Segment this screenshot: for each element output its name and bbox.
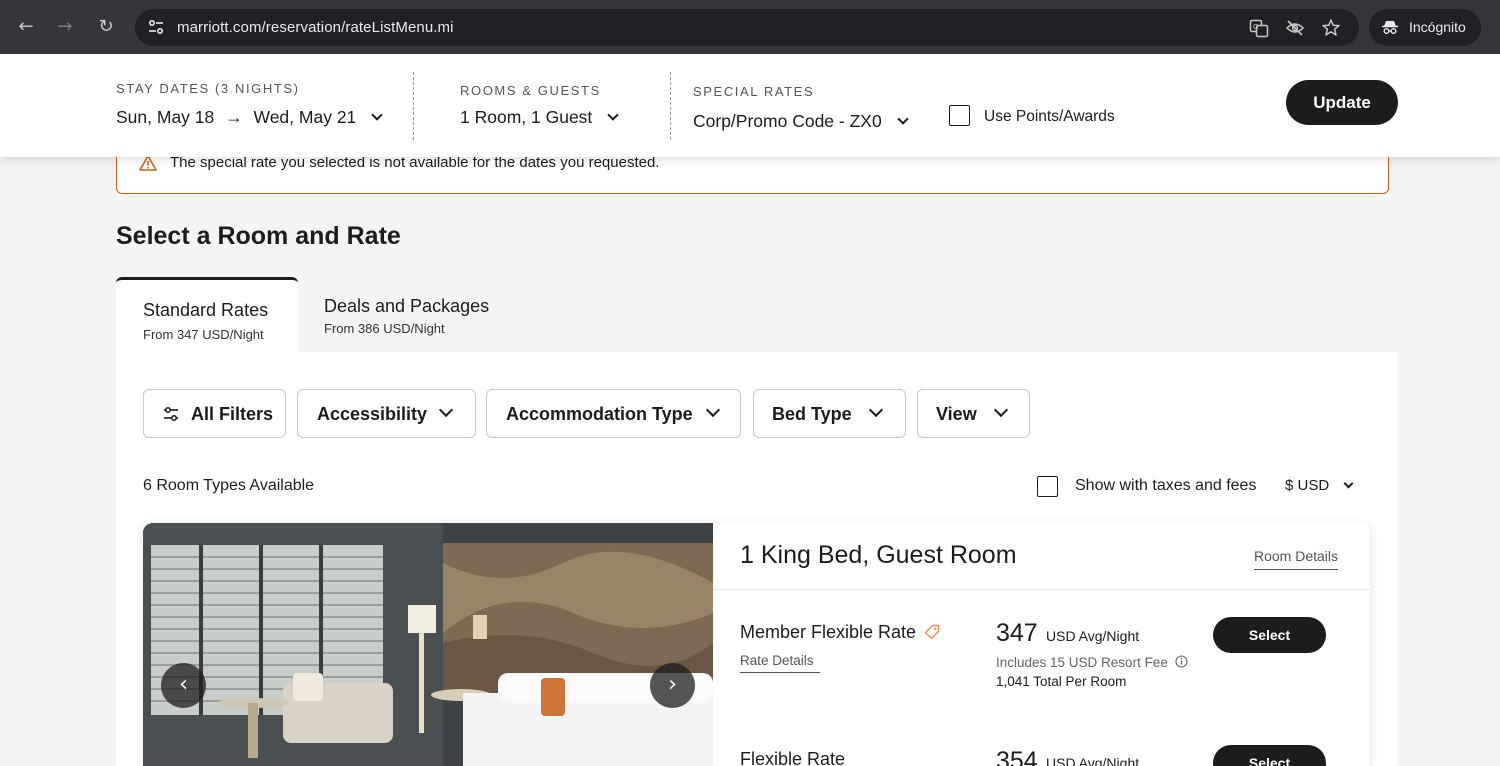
update-button[interactable]: Update — [1286, 80, 1398, 125]
all-filters-button[interactable]: All Filters — [143, 389, 286, 438]
show-taxes-checkbox[interactable] — [1037, 476, 1058, 497]
room-details-link[interactable]: Room Details — [1254, 548, 1339, 570]
special-rates-selector[interactable]: Corp/Promo Code - ZX0 — [693, 111, 909, 132]
filter-label: Accessibility — [317, 404, 428, 424]
room-photo — [143, 523, 713, 766]
tab-deals-packages[interactable]: Deals and Packages From 386 USD/Night — [298, 277, 528, 353]
chevron-down-icon — [371, 109, 383, 121]
rate-name: Flexible Rate — [740, 749, 846, 766]
chevron-down-icon — [607, 109, 619, 121]
chevron-down-icon — [868, 402, 884, 418]
tab-subtitle: From 386 USD/Night — [324, 321, 445, 336]
use-points-label[interactable]: Use Points/Awards — [984, 108, 1115, 126]
eye-slash-icon[interactable] — [1285, 18, 1305, 38]
rate-price: 347 — [996, 619, 1038, 647]
view-filter[interactable]: View — [917, 389, 1030, 438]
tab-subtitle: From 347 USD/Night — [143, 327, 264, 342]
rooms-guests-label: ROOMS & GUESTS — [460, 83, 601, 98]
resort-fee-note: Includes 15 USD Resort Fee — [996, 654, 1188, 670]
rate-name: Member Flexible Rate — [740, 622, 940, 643]
info-icon[interactable] — [1175, 655, 1188, 668]
carousel-prev-button[interactable]: ‹ — [161, 663, 206, 708]
accessibility-filter[interactable]: Accessibility — [297, 389, 476, 438]
stay-dates-selector[interactable]: Sun, May 18 → Wed, May 21 — [116, 107, 383, 128]
chevron-down-icon — [993, 402, 1009, 418]
reservation-search-bar: STAY DATES (3 NIGHTS) Sun, May 18 → Wed,… — [0, 54, 1500, 157]
use-points-checkbox[interactable] — [949, 105, 970, 126]
address-bar[interactable]: marriott.com/reservation/rateListMenu.mi… — [135, 9, 1359, 46]
page-title: Select a Room and Rate — [116, 222, 401, 250]
rooms-guests-value: 1 Room, 1 Guest — [460, 107, 593, 127]
divider — [670, 72, 671, 140]
resort-fee-text: Includes 15 USD Resort Fee — [996, 655, 1168, 670]
date-arrow-icon: → — [225, 107, 243, 127]
svg-text:G: G — [1253, 23, 1258, 31]
special-rate-value: Corp/Promo Code - ZX0 — [693, 111, 882, 131]
rate-details-link[interactable]: Rate Details — [740, 653, 820, 673]
rate-name-text: Member Flexible Rate — [740, 622, 917, 642]
show-taxes-label[interactable]: Show with taxes and fees — [1075, 477, 1256, 495]
warning-icon — [139, 155, 157, 171]
filter-label: View — [936, 404, 977, 424]
filter-label: Accommodation Type — [506, 404, 693, 424]
back-arrow-icon[interactable]: ← — [14, 14, 38, 40]
rate-price: 354 — [996, 747, 1038, 766]
chevron-down-icon — [1343, 478, 1354, 489]
accommodation-type-filter[interactable]: Accommodation Type — [486, 389, 741, 438]
price-unit: USD Avg/Night — [1046, 628, 1140, 644]
divider — [713, 589, 1370, 590]
special-rates-label: SPECIAL RATES — [693, 84, 815, 99]
browser-toolbar: ← → ↻ marriott.com/reservation/rateListM… — [0, 0, 1500, 54]
select-rate-button[interactable]: Select — [1213, 617, 1326, 653]
reload-icon[interactable]: ↻ — [94, 14, 118, 40]
tab-title: Deals and Packages — [324, 296, 490, 316]
chevron-down-icon — [705, 402, 721, 418]
url-text[interactable]: marriott.com/reservation/rateListMenu.mi — [177, 19, 454, 36]
filter-label: All Filters — [191, 404, 274, 424]
carousel-next-button[interactable]: › — [650, 663, 695, 708]
bookmark-star-icon[interactable] — [1321, 18, 1341, 38]
bed-type-filter[interactable]: Bed Type — [753, 389, 906, 438]
check-out-date: Wed, May 21 — [253, 107, 357, 127]
forward-arrow-icon[interactable]: → — [53, 14, 77, 40]
price-unit: USD Avg/Night — [1046, 755, 1140, 766]
incognito-icon — [1382, 21, 1398, 34]
member-tag-icon — [924, 624, 940, 640]
filter-label: Bed Type — [772, 404, 852, 424]
chevron-down-icon — [438, 402, 454, 418]
select-rate-button[interactable]: Select — [1213, 745, 1326, 766]
room-title: 1 King Bed, Guest Room — [740, 541, 1017, 569]
profile-label: Incógnito — [1409, 19, 1466, 35]
room-card: ‹ › 1 King Bed, Guest Room Room Details … — [143, 523, 1370, 766]
incognito-profile-button[interactable]: Incógnito — [1369, 9, 1481, 46]
site-settings-icon[interactable] — [147, 18, 165, 36]
stay-dates-label: STAY DATES (3 NIGHTS) — [116, 81, 300, 96]
divider — [413, 72, 414, 140]
tab-title: Standard Rates — [143, 300, 269, 320]
sliders-icon — [164, 407, 178, 421]
rooms-guests-selector[interactable]: 1 Room, 1 Guest — [460, 107, 619, 128]
total-per-room: 1,041 Total Per Room — [996, 674, 1127, 689]
check-in-date: Sun, May 18 — [116, 107, 215, 127]
currency-value: $ USD — [1285, 477, 1330, 494]
translate-icon[interactable]: G — [1249, 18, 1269, 38]
tab-standard-rates[interactable]: Standard Rates From 347 USD/Night — [116, 277, 298, 353]
room-types-count: 6 Room Types Available — [143, 477, 315, 494]
currency-selector[interactable]: $ USD — [1285, 477, 1354, 494]
chevron-down-icon — [896, 113, 909, 125]
